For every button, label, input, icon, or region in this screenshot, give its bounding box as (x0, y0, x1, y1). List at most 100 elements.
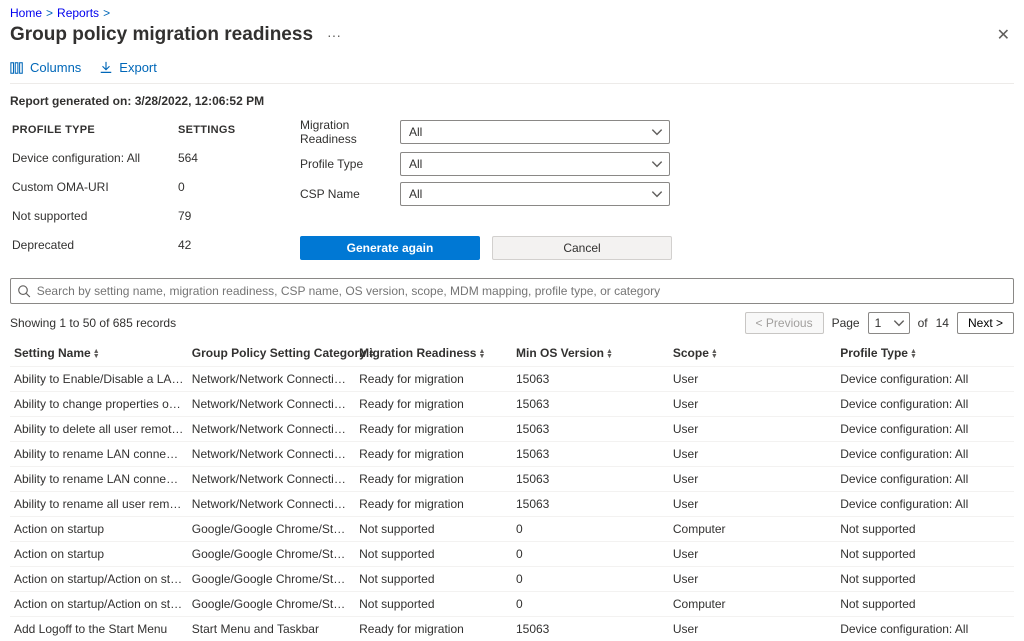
table-row[interactable]: Add Logoff to the Start MenuStart Menu a… (10, 617, 1014, 641)
col-header-setting[interactable]: Setting Name▲▼ (10, 340, 188, 367)
sort-icon: ▲▼ (478, 349, 485, 359)
col-header-profile[interactable]: Profile Type▲▼ (836, 340, 1014, 367)
report-generated-label: Report generated on: (10, 94, 131, 108)
col-header-scope[interactable]: Scope▲▼ (669, 340, 836, 367)
summary-settings: 79 (178, 202, 258, 229)
table-row[interactable]: Ability to delete all user remote access… (10, 417, 1014, 442)
previous-page-button[interactable]: < Previous (745, 312, 824, 334)
table-row[interactable]: Ability to rename all user remote access… (10, 492, 1014, 517)
table-row[interactable]: Ability to change properties of an all u… (10, 392, 1014, 417)
summary-row: Not supported79 (12, 202, 258, 229)
table-row[interactable]: Ability to Enable/Disable a LAN connecti… (10, 367, 1014, 392)
toolbar: Columns Export (10, 56, 1014, 84)
cell-migration: Ready for migration (355, 442, 512, 467)
report-generated-value: 3/28/2022, 12:06:52 PM (135, 94, 264, 108)
sort-icon: ▲▼ (711, 349, 718, 359)
filter-migration-label: Migration Readiness (300, 118, 400, 146)
cell-minos: 0 (512, 542, 669, 567)
col-header-category[interactable]: Group Policy Setting Category▲▼ (188, 340, 355, 367)
table-row[interactable]: Action on startup/Action on startupGoogl… (10, 592, 1014, 617)
table-row[interactable]: Ability to rename LAN connections or rem… (10, 467, 1014, 492)
filter-profile-select[interactable]: All (400, 152, 670, 176)
cell-category: Google/Google Chrome/Startup pages (188, 542, 355, 567)
cell-scope: User (669, 392, 836, 417)
cell-setting: Action on startup/Action on startup (10, 592, 188, 617)
filter-csp-select[interactable]: All (400, 182, 670, 206)
cell-category: Network/Network Connections (188, 417, 355, 442)
cell-minos: 0 (512, 517, 669, 542)
filter-profile-label: Profile Type (300, 157, 400, 171)
cell-scope: User (669, 367, 836, 392)
summary-profile: Deprecated (12, 231, 176, 258)
cell-category: Google/Google Chrome/Startup pages (188, 517, 355, 542)
filter-migration-select[interactable]: All (400, 120, 670, 144)
summary-row: Deprecated42 (12, 231, 258, 258)
cell-profile: Device configuration: All (836, 417, 1014, 442)
cancel-button[interactable]: Cancel (492, 236, 672, 260)
cell-migration: Not supported (355, 542, 512, 567)
sort-icon: ▲▼ (606, 349, 613, 359)
cell-category: Network/Network Connections (188, 492, 355, 517)
cell-scope: User (669, 467, 836, 492)
summary-settings: 0 (178, 173, 258, 200)
cell-migration: Ready for migration (355, 367, 512, 392)
summary-profile: Device configuration: All (12, 144, 176, 171)
cell-profile: Device configuration: All (836, 392, 1014, 417)
cell-scope: User (669, 567, 836, 592)
cell-category: Google/Google Chrome/Startup pages (188, 567, 355, 592)
table-row[interactable]: Ability to rename LAN connectionsNetwork… (10, 442, 1014, 467)
cell-scope: User (669, 442, 836, 467)
columns-button[interactable]: Columns (10, 60, 81, 75)
download-icon (99, 61, 113, 75)
columns-icon (10, 61, 24, 75)
page-select[interactable]: 1 (868, 312, 910, 334)
next-page-button[interactable]: Next > (957, 312, 1014, 334)
cell-setting: Ability to Enable/Disable a LAN connecti… (10, 367, 188, 392)
cell-migration: Ready for migration (355, 617, 512, 641)
table-row[interactable]: Action on startupGoogle/Google Chrome/St… (10, 542, 1014, 567)
summary-row: Custom OMA-URI0 (12, 173, 258, 200)
generate-again-button[interactable]: Generate again (300, 236, 480, 260)
cell-category: Start Menu and Taskbar (188, 617, 355, 641)
cell-profile: Not supported (836, 542, 1014, 567)
table-row[interactable]: Action on startup/Action on startupGoogl… (10, 567, 1014, 592)
cell-setting: Ability to rename all user remote access… (10, 492, 188, 517)
cell-minos: 15063 (512, 367, 669, 392)
cell-minos: 15063 (512, 392, 669, 417)
breadcrumb-reports[interactable]: Reports (57, 6, 99, 20)
search-input[interactable] (37, 284, 1007, 298)
page-label: Page (832, 316, 860, 330)
breadcrumb-home[interactable]: Home (10, 6, 42, 20)
cell-category: Network/Network Connections (188, 467, 355, 492)
export-button[interactable]: Export (99, 60, 157, 75)
record-count: Showing 1 to 50 of 685 records (10, 316, 176, 330)
col-header-migration[interactable]: Migration Readiness▲▼ (355, 340, 512, 367)
cell-minos: 15063 (512, 442, 669, 467)
cell-profile: Device configuration: All (836, 467, 1014, 492)
cell-minos: 15063 (512, 467, 669, 492)
cell-setting: Add Logoff to the Start Menu (10, 617, 188, 641)
cell-profile: Not supported (836, 567, 1014, 592)
close-button[interactable]: ✕ (993, 25, 1014, 45)
cell-setting: Ability to delete all user remote access… (10, 417, 188, 442)
summary-header-profile: PROFILE TYPE (12, 120, 176, 142)
cell-profile: Not supported (836, 517, 1014, 542)
summary-table: PROFILE TYPE SETTINGS Device configurati… (10, 118, 260, 260)
more-actions-button[interactable]: ··· (323, 27, 345, 43)
columns-label: Columns (30, 60, 81, 75)
col-header-minos[interactable]: Min OS Version▲▼ (512, 340, 669, 367)
search-box[interactable] (10, 278, 1014, 304)
summary-profile: Not supported (12, 202, 176, 229)
cell-migration: Ready for migration (355, 467, 512, 492)
cell-scope: User (669, 417, 836, 442)
table-row[interactable]: Action on startupGoogle/Google Chrome/St… (10, 517, 1014, 542)
cell-setting: Action on startup/Action on startup (10, 567, 188, 592)
cell-setting: Ability to rename LAN connections or rem… (10, 467, 188, 492)
cell-category: Network/Network Connections (188, 442, 355, 467)
filter-csp-label: CSP Name (300, 187, 400, 201)
cell-setting: Action on startup (10, 542, 188, 567)
cell-minos: 15063 (512, 492, 669, 517)
cell-category: Google/Google Chrome/Startup pages (188, 592, 355, 617)
cell-migration: Ready for migration (355, 492, 512, 517)
cell-category: Network/Network Connections (188, 392, 355, 417)
